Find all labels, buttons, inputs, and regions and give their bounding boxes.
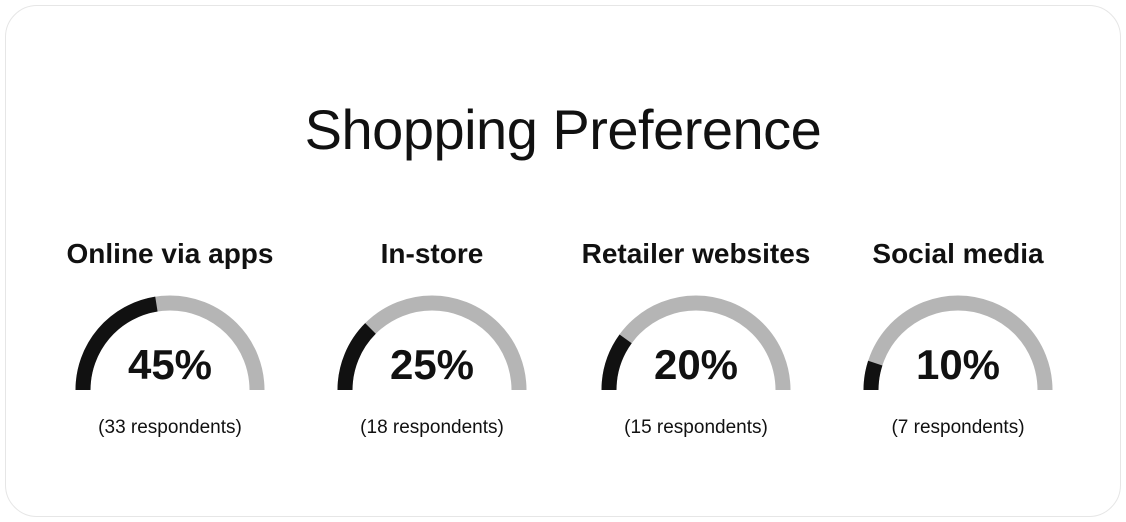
gauge-value: 20%	[653, 341, 739, 388]
gauge-retailer-websites: Retailer websites 20% (15 respondents)	[576, 230, 816, 450]
gauge-respondents: (7 respondents)	[891, 417, 1025, 438]
gauge-label: Social media	[872, 238, 1044, 269]
gauge-social-media: Social media 10% (7 respondents)	[838, 230, 1078, 450]
gauge-label: In-store	[380, 238, 484, 269]
gauge-label: Retailer websites	[581, 238, 811, 269]
gauge-label: Online via apps	[66, 238, 274, 269]
gauge-value: 25%	[389, 341, 475, 388]
chart-title: Shopping Preference	[304, 98, 822, 161]
gauge-in-store: In-store 25% (18 respondents)	[312, 230, 552, 450]
gauge-respondents: (33 respondents)	[98, 417, 242, 438]
gauge-online-via-apps: Online via apps 45% (33 respondents)	[50, 230, 290, 450]
gauge-value: 10%	[915, 341, 1001, 388]
gauge-respondents: (15 respondents)	[624, 417, 768, 438]
gauge-respondents: (18 respondents)	[360, 417, 504, 438]
gauge-value: 45%	[127, 341, 213, 388]
